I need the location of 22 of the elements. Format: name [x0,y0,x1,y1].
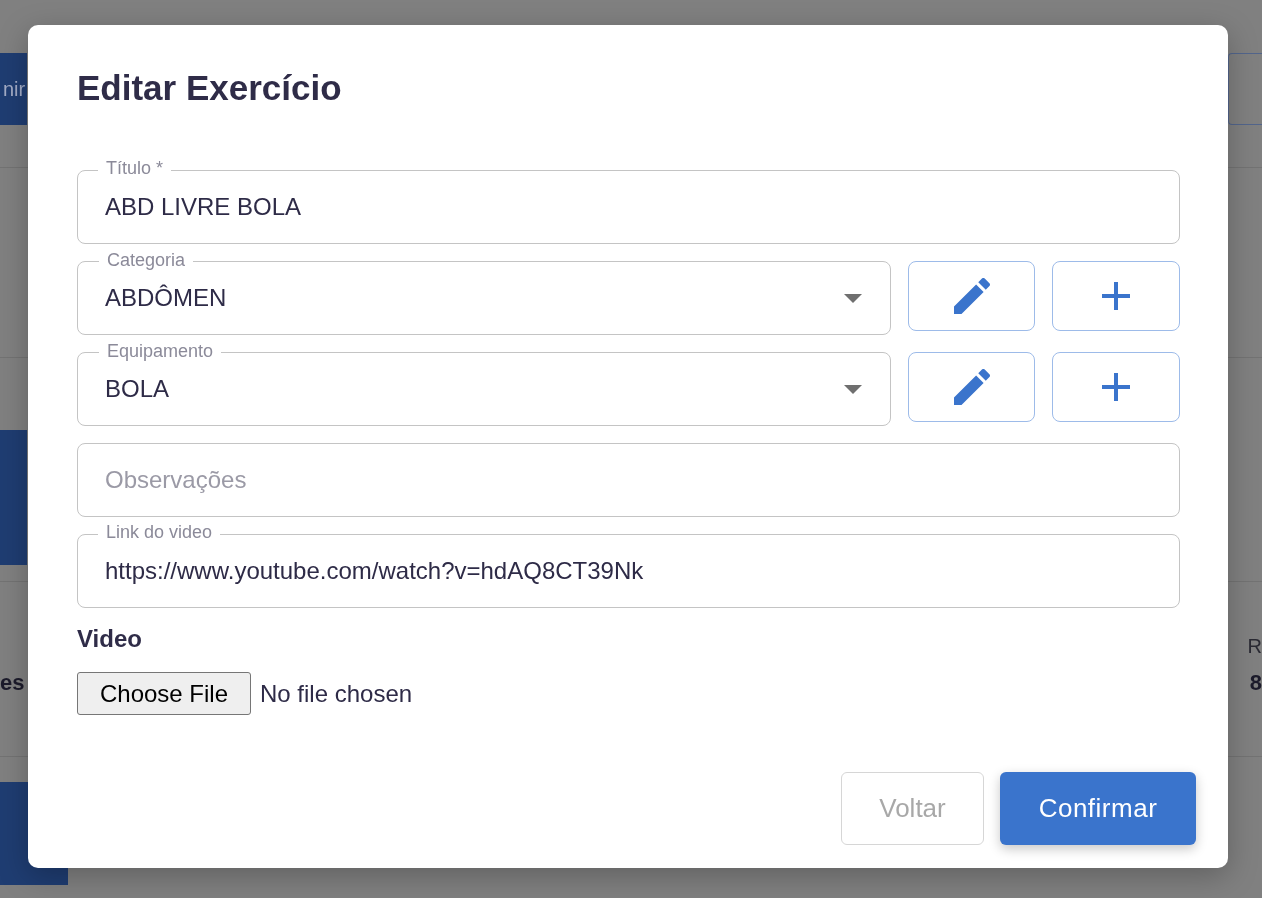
dialog-title: Editar Exercício [77,68,342,108]
page-button[interactable]: nir [0,53,27,125]
plus-icon [1102,373,1130,401]
page-label: R [1247,634,1262,659]
pencil-icon [953,369,990,405]
caret-down-icon [844,293,862,303]
edit-button[interactable] [908,261,1035,331]
page-label: es [0,670,25,696]
field-label: Categoria [99,250,194,270]
field-label: Equipamento [99,341,222,361]
edit-button[interactable] [908,352,1035,422]
pencil-icon [953,278,990,314]
caret-down-icon [844,384,862,394]
add-button[interactable] [1052,261,1180,331]
section-label: Video [77,625,142,653]
file-status: No file chosen [260,678,413,709]
choose-file-button[interactable]: Choose File [77,672,251,715]
text-field[interactable]: Observações [77,443,1180,517]
plus-icon [1102,282,1130,310]
add-button[interactable] [1052,352,1180,422]
confirm-button[interactable]: Confirmar [1000,772,1196,845]
page-value: 8 [1249,670,1262,696]
